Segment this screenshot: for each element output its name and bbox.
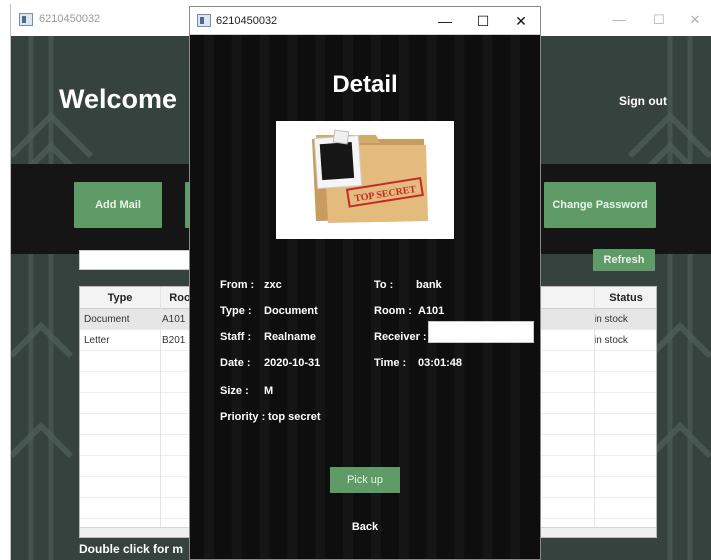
receiver-label: Receiver :: [374, 331, 427, 343]
welcome-heading: Welcome: [59, 84, 178, 114]
cell-room: B201: [162, 335, 186, 346]
pick-up-button[interactable]: Pick up: [330, 467, 400, 493]
priority-label: Priority :: [220, 411, 266, 423]
staff-value: Realname: [264, 331, 316, 343]
detail-heading: Detail: [332, 71, 398, 98]
detail-window: 6210450032 — ☐ ✕ Detail TOP SECRET From …: [189, 6, 541, 560]
refresh-button[interactable]: Refresh: [593, 249, 655, 271]
top-secret-folder-icon: TOP SECRET: [276, 121, 454, 239]
cell-room: A101: [162, 314, 186, 325]
to-label: To :: [374, 279, 394, 291]
size-label: Size :: [220, 385, 249, 397]
column-divider: [594, 287, 595, 537]
date-label: Date :: [220, 357, 251, 369]
time-label: Time :: [374, 357, 407, 369]
from-label: From :: [220, 279, 255, 291]
sign-out-link[interactable]: Sign out: [619, 94, 667, 108]
detail-titlebar: 6210450032 — ☐ ✕: [190, 7, 540, 35]
close-button[interactable]: ✕: [677, 8, 711, 32]
search-input[interactable]: [79, 250, 199, 270]
double-click-hint: Double click for m: [79, 542, 184, 556]
receiver-input[interactable]: [428, 321, 534, 343]
minimize-button[interactable]: —: [428, 9, 462, 33]
column-divider: [160, 287, 161, 537]
column-header-status[interactable]: Status: [594, 287, 656, 309]
close-button[interactable]: ✕: [504, 9, 538, 33]
back-button[interactable]: Back: [190, 521, 540, 533]
from-value: zxc: [264, 279, 282, 291]
change-password-button[interactable]: Change Password: [544, 182, 656, 228]
cell-type: Letter: [84, 335, 110, 346]
maximize-button[interactable]: ☐: [466, 9, 500, 33]
date-value: 2020-10-31: [264, 357, 321, 369]
staff-label: Staff :: [220, 331, 252, 343]
room-value: A101: [418, 305, 445, 317]
detail-window-title: 6210450032: [216, 15, 278, 27]
size-value: M: [264, 385, 274, 397]
cell-status: in stock: [594, 314, 628, 325]
minimize-button[interactable]: —: [601, 8, 637, 32]
to-value: bank: [416, 279, 442, 291]
type-value: Document: [264, 305, 318, 317]
add-mail-button[interactable]: Add Mail: [74, 182, 162, 228]
app-icon: [197, 14, 211, 27]
detail-content: Detail TOP SECRET From : zxc Type : Docu…: [190, 35, 540, 559]
cell-status: in stock: [594, 335, 628, 346]
maximize-button[interactable]: ☐: [641, 8, 677, 32]
column-header-type[interactable]: Type: [80, 287, 160, 309]
main-window-title: 6210450032: [39, 13, 101, 25]
app-icon: [19, 13, 33, 26]
time-value: 03:01:48: [418, 357, 463, 369]
cell-type: Document: [84, 314, 130, 325]
priority-value: top secret: [268, 411, 321, 423]
room-label: Room :: [374, 305, 412, 317]
mail-photo: TOP SECRET: [276, 121, 454, 239]
type-label: Type :: [220, 305, 252, 317]
